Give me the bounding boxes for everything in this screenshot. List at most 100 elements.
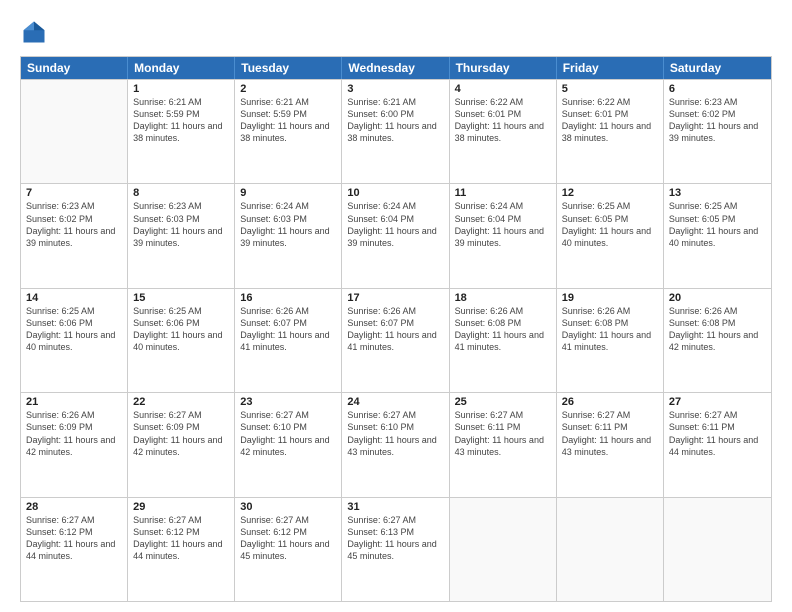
- day-info: Sunrise: 6:25 AMSunset: 6:05 PMDaylight:…: [669, 200, 766, 249]
- day-number: 29: [133, 501, 229, 513]
- day-info: Sunrise: 6:27 AMSunset: 6:10 PMDaylight:…: [240, 409, 336, 458]
- calendar-week-5: 28Sunrise: 6:27 AMSunset: 6:12 PMDayligh…: [21, 497, 771, 601]
- calendar-cell: 6Sunrise: 6:23 AMSunset: 6:02 PMDaylight…: [664, 80, 771, 183]
- calendar-cell: 31Sunrise: 6:27 AMSunset: 6:13 PMDayligh…: [342, 498, 449, 601]
- calendar-cell: 12Sunrise: 6:25 AMSunset: 6:05 PMDayligh…: [557, 184, 664, 287]
- calendar-cell: 23Sunrise: 6:27 AMSunset: 6:10 PMDayligh…: [235, 393, 342, 496]
- header-day-saturday: Saturday: [664, 57, 771, 79]
- day-info: Sunrise: 6:26 AMSunset: 6:08 PMDaylight:…: [455, 305, 551, 354]
- day-number: 4: [455, 83, 551, 95]
- header-day-wednesday: Wednesday: [342, 57, 449, 79]
- day-info: Sunrise: 6:27 AMSunset: 6:12 PMDaylight:…: [240, 514, 336, 563]
- calendar-cell: 29Sunrise: 6:27 AMSunset: 6:12 PMDayligh…: [128, 498, 235, 601]
- calendar-cell: 9Sunrise: 6:24 AMSunset: 6:03 PMDaylight…: [235, 184, 342, 287]
- day-number: 15: [133, 292, 229, 304]
- calendar: SundayMondayTuesdayWednesdayThursdayFrid…: [20, 56, 772, 602]
- day-number: 2: [240, 83, 336, 95]
- day-info: Sunrise: 6:21 AMSunset: 5:59 PMDaylight:…: [133, 96, 229, 145]
- calendar-cell: [557, 498, 664, 601]
- day-number: 17: [347, 292, 443, 304]
- logo: [20, 18, 52, 46]
- calendar-cell: 20Sunrise: 6:26 AMSunset: 6:08 PMDayligh…: [664, 289, 771, 392]
- day-number: 30: [240, 501, 336, 513]
- day-number: 8: [133, 187, 229, 199]
- day-info: Sunrise: 6:26 AMSunset: 6:08 PMDaylight:…: [669, 305, 766, 354]
- calendar-cell: [450, 498, 557, 601]
- calendar-header-row: SundayMondayTuesdayWednesdayThursdayFrid…: [21, 57, 771, 79]
- day-info: Sunrise: 6:21 AMSunset: 6:00 PMDaylight:…: [347, 96, 443, 145]
- day-number: 1: [133, 83, 229, 95]
- day-info: Sunrise: 6:22 AMSunset: 6:01 PMDaylight:…: [562, 96, 658, 145]
- calendar-body: 1Sunrise: 6:21 AMSunset: 5:59 PMDaylight…: [21, 79, 771, 601]
- day-info: Sunrise: 6:27 AMSunset: 6:10 PMDaylight:…: [347, 409, 443, 458]
- day-number: 26: [562, 396, 658, 408]
- day-number: 27: [669, 396, 766, 408]
- calendar-week-1: 1Sunrise: 6:21 AMSunset: 5:59 PMDaylight…: [21, 79, 771, 183]
- calendar-cell: [664, 498, 771, 601]
- day-info: Sunrise: 6:27 AMSunset: 6:11 PMDaylight:…: [669, 409, 766, 458]
- day-info: Sunrise: 6:27 AMSunset: 6:09 PMDaylight:…: [133, 409, 229, 458]
- day-info: Sunrise: 6:23 AMSunset: 6:02 PMDaylight:…: [669, 96, 766, 145]
- calendar-cell: [21, 80, 128, 183]
- day-number: 19: [562, 292, 658, 304]
- calendar-cell: 19Sunrise: 6:26 AMSunset: 6:08 PMDayligh…: [557, 289, 664, 392]
- day-number: 3: [347, 83, 443, 95]
- calendar-cell: 8Sunrise: 6:23 AMSunset: 6:03 PMDaylight…: [128, 184, 235, 287]
- header-day-sunday: Sunday: [21, 57, 128, 79]
- calendar-cell: 13Sunrise: 6:25 AMSunset: 6:05 PMDayligh…: [664, 184, 771, 287]
- day-number: 18: [455, 292, 551, 304]
- day-info: Sunrise: 6:27 AMSunset: 6:13 PMDaylight:…: [347, 514, 443, 563]
- calendar-week-2: 7Sunrise: 6:23 AMSunset: 6:02 PMDaylight…: [21, 183, 771, 287]
- calendar-cell: 22Sunrise: 6:27 AMSunset: 6:09 PMDayligh…: [128, 393, 235, 496]
- calendar-cell: 1Sunrise: 6:21 AMSunset: 5:59 PMDaylight…: [128, 80, 235, 183]
- header-day-tuesday: Tuesday: [235, 57, 342, 79]
- calendar-cell: 7Sunrise: 6:23 AMSunset: 6:02 PMDaylight…: [21, 184, 128, 287]
- day-number: 13: [669, 187, 766, 199]
- day-info: Sunrise: 6:24 AMSunset: 6:03 PMDaylight:…: [240, 200, 336, 249]
- calendar-cell: 28Sunrise: 6:27 AMSunset: 6:12 PMDayligh…: [21, 498, 128, 601]
- day-number: 11: [455, 187, 551, 199]
- day-info: Sunrise: 6:25 AMSunset: 6:06 PMDaylight:…: [26, 305, 122, 354]
- calendar-week-4: 21Sunrise: 6:26 AMSunset: 6:09 PMDayligh…: [21, 392, 771, 496]
- header-day-monday: Monday: [128, 57, 235, 79]
- day-number: 7: [26, 187, 122, 199]
- day-number: 25: [455, 396, 551, 408]
- calendar-cell: 14Sunrise: 6:25 AMSunset: 6:06 PMDayligh…: [21, 289, 128, 392]
- calendar-cell: 3Sunrise: 6:21 AMSunset: 6:00 PMDaylight…: [342, 80, 449, 183]
- day-info: Sunrise: 6:25 AMSunset: 6:05 PMDaylight:…: [562, 200, 658, 249]
- day-number: 24: [347, 396, 443, 408]
- day-number: 28: [26, 501, 122, 513]
- day-number: 12: [562, 187, 658, 199]
- calendar-cell: 24Sunrise: 6:27 AMSunset: 6:10 PMDayligh…: [342, 393, 449, 496]
- day-info: Sunrise: 6:27 AMSunset: 6:11 PMDaylight:…: [455, 409, 551, 458]
- day-number: 16: [240, 292, 336, 304]
- day-number: 22: [133, 396, 229, 408]
- header: [20, 18, 772, 46]
- day-number: 5: [562, 83, 658, 95]
- day-info: Sunrise: 6:24 AMSunset: 6:04 PMDaylight:…: [347, 200, 443, 249]
- day-number: 31: [347, 501, 443, 513]
- day-number: 21: [26, 396, 122, 408]
- header-day-thursday: Thursday: [450, 57, 557, 79]
- header-day-friday: Friday: [557, 57, 664, 79]
- calendar-cell: 21Sunrise: 6:26 AMSunset: 6:09 PMDayligh…: [21, 393, 128, 496]
- calendar-cell: 17Sunrise: 6:26 AMSunset: 6:07 PMDayligh…: [342, 289, 449, 392]
- calendar-cell: 30Sunrise: 6:27 AMSunset: 6:12 PMDayligh…: [235, 498, 342, 601]
- calendar-cell: 15Sunrise: 6:25 AMSunset: 6:06 PMDayligh…: [128, 289, 235, 392]
- day-number: 20: [669, 292, 766, 304]
- logo-icon: [20, 18, 48, 46]
- calendar-week-3: 14Sunrise: 6:25 AMSunset: 6:06 PMDayligh…: [21, 288, 771, 392]
- day-number: 14: [26, 292, 122, 304]
- day-info: Sunrise: 6:27 AMSunset: 6:12 PMDaylight:…: [133, 514, 229, 563]
- day-info: Sunrise: 6:24 AMSunset: 6:04 PMDaylight:…: [455, 200, 551, 249]
- calendar-cell: 5Sunrise: 6:22 AMSunset: 6:01 PMDaylight…: [557, 80, 664, 183]
- day-info: Sunrise: 6:27 AMSunset: 6:12 PMDaylight:…: [26, 514, 122, 563]
- day-info: Sunrise: 6:26 AMSunset: 6:07 PMDaylight:…: [347, 305, 443, 354]
- calendar-cell: 27Sunrise: 6:27 AMSunset: 6:11 PMDayligh…: [664, 393, 771, 496]
- calendar-cell: 18Sunrise: 6:26 AMSunset: 6:08 PMDayligh…: [450, 289, 557, 392]
- day-info: Sunrise: 6:25 AMSunset: 6:06 PMDaylight:…: [133, 305, 229, 354]
- day-info: Sunrise: 6:27 AMSunset: 6:11 PMDaylight:…: [562, 409, 658, 458]
- day-info: Sunrise: 6:22 AMSunset: 6:01 PMDaylight:…: [455, 96, 551, 145]
- day-info: Sunrise: 6:26 AMSunset: 6:08 PMDaylight:…: [562, 305, 658, 354]
- day-number: 9: [240, 187, 336, 199]
